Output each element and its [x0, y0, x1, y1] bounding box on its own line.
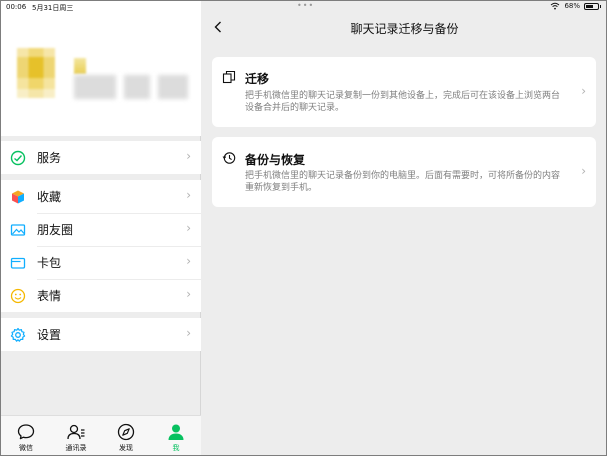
menu-group-settings: 设置 › — [0, 318, 201, 351]
migrate-card[interactable]: 迁移 把手机微信里的聊天记录复制一份到其他设备上，完成后可在该设备上浏览两台设备… — [212, 57, 596, 127]
chevron-right-icon: › — [581, 164, 586, 178]
menu-group-main: 收藏 › 朋友圈 › 卡包 › 表情 › — [0, 180, 201, 312]
backup-clock-icon — [222, 151, 236, 165]
sidebar-item-moments[interactable]: 朋友圈 › — [0, 213, 201, 246]
tab-label: 微信 — [19, 444, 33, 452]
moments-photo-icon — [10, 222, 26, 238]
wechat-id-redacted — [74, 75, 116, 99]
card-description: 把手机微信里的聊天记录备份到你的电脑里。后面有需要时，可将所备份的内容重新恢复到… — [245, 171, 561, 193]
sidebar-item-settings[interactable]: 设置 › — [0, 318, 201, 351]
page-title: 聊天记录迁移与备份 — [350, 22, 459, 36]
sidebar-item-cards[interactable]: 卡包 › — [0, 246, 201, 279]
backup-restore-card[interactable]: 备份与恢复 把手机微信里的聊天记录备份到你的电脑里。后面有需要时，可将所备份的内… — [212, 137, 596, 207]
battery-icon — [584, 2, 601, 10]
sidebar-item-stickers[interactable]: 表情 › — [0, 279, 201, 312]
status-redacted — [124, 75, 150, 99]
sidebar-item-services[interactable]: 服务 › — [0, 141, 201, 174]
profile-header[interactable] — [0, 0, 201, 136]
card-title: 迁移 — [245, 72, 270, 86]
tab-contacts[interactable]: 通讯录 — [51, 416, 101, 456]
battery-percent: 68% — [564, 2, 580, 10]
settings-gear-icon — [10, 327, 26, 343]
tab-label: 我 — [172, 444, 180, 452]
chevron-right-icon: › — [581, 84, 586, 98]
wifi-icon — [550, 2, 560, 10]
sidebar-item-favorites[interactable]: 收藏 › — [0, 180, 201, 213]
sidebar-item-label: 设置 — [37, 328, 62, 342]
person-icon — [166, 422, 186, 442]
migrate-icon — [222, 70, 236, 84]
contacts-icon — [66, 422, 86, 442]
card-wallet-icon — [10, 255, 26, 271]
card-title: 备份与恢复 — [245, 153, 306, 167]
status-bar: 00:06 5月31日周三 ••• 68% — [0, 0, 607, 14]
menu-group-services: 服务 › — [0, 141, 201, 174]
chevron-right-icon: › — [186, 188, 191, 202]
sidebar-item-label: 收藏 — [37, 190, 62, 204]
chat-bubble-icon — [16, 422, 36, 442]
tab-label: 通讯录 — [65, 444, 87, 452]
tab-me[interactable]: 我 — [151, 416, 201, 456]
qr-redacted — [158, 75, 188, 99]
chevron-right-icon: › — [186, 221, 191, 235]
avatar[interactable] — [17, 48, 55, 98]
tab-discover[interactable]: 发现 — [101, 416, 151, 456]
chevron-right-icon: › — [186, 287, 191, 301]
chevron-right-icon: › — [186, 326, 191, 340]
battery-fill — [586, 4, 593, 8]
sidebar-item-label: 朋友圈 — [37, 223, 74, 237]
sidebar-item-label: 卡包 — [37, 256, 62, 270]
services-icon — [10, 150, 26, 166]
chevron-right-icon: › — [186, 149, 191, 163]
chevron-right-icon: › — [186, 254, 191, 268]
status-date: 5月31日周三 — [32, 4, 74, 12]
card-description: 把手机微信里的聊天记录复制一份到其他设备上，完成后可在该设备上浏览两台设备合并后… — [245, 91, 561, 113]
status-time: 00:06 — [6, 3, 27, 11]
tab-chats[interactable]: 微信 — [1, 416, 51, 456]
sticker-smiley-icon — [10, 288, 26, 304]
sidebar-item-label: 服务 — [37, 151, 62, 165]
tab-label: 发现 — [119, 444, 133, 452]
sidebar-item-label: 表情 — [37, 289, 62, 303]
status-right: 68% — [550, 2, 601, 10]
sidebar: 服务 › 收藏 › 朋友圈 › 卡包 › 表情 › 设置 › 微信 通讯录 发现… — [0, 0, 201, 456]
nickname-redacted — [74, 58, 86, 74]
compass-icon — [116, 422, 136, 442]
bottom-tab-bar: 微信 通讯录 发现 我 — [0, 415, 201, 456]
panel-header: 聊天记录迁移与备份 — [202, 14, 607, 42]
favorites-cube-icon — [10, 189, 26, 205]
multitasking-dots[interactable]: ••• — [297, 1, 314, 10]
